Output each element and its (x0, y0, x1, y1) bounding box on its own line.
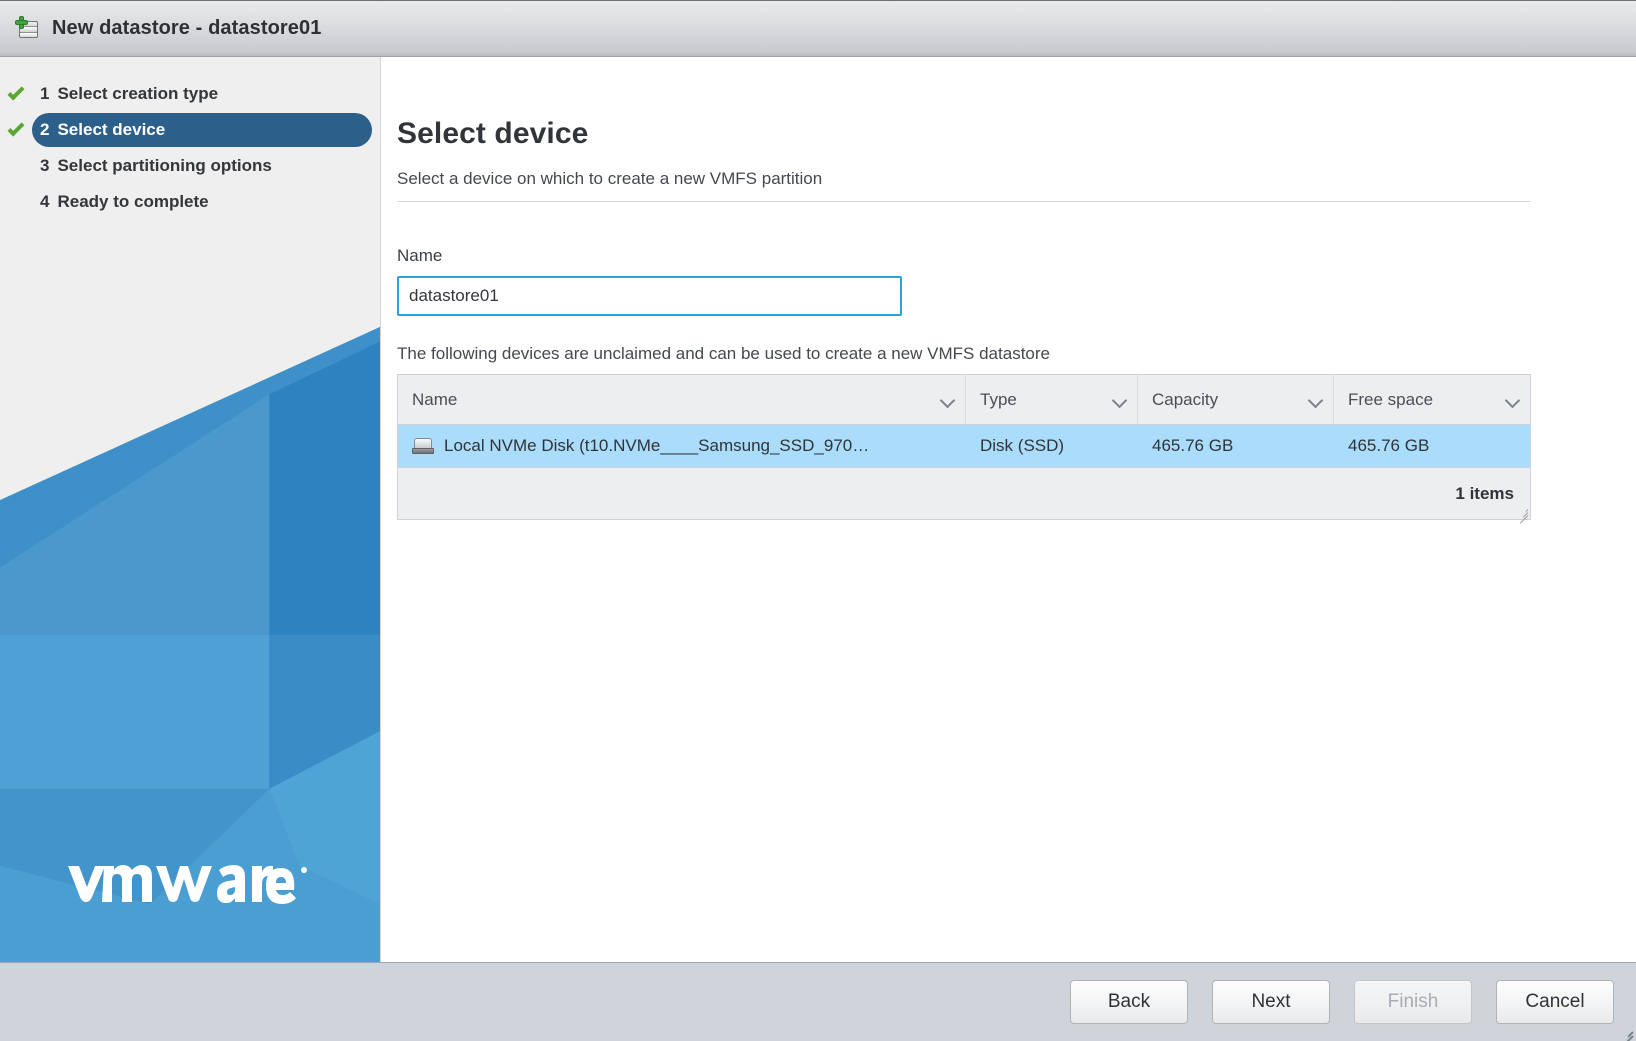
page-subtitle: Select a device on which to create a new… (397, 169, 823, 188)
device-table-caption: The following devices are unclaimed and … (397, 344, 1050, 363)
vmware-wordmark (68, 865, 307, 904)
back-button[interactable]: Back (1070, 980, 1188, 1024)
sidebar-item-select-device[interactable]: 2 Select device (7, 113, 372, 147)
step-number: 1 (40, 84, 50, 103)
step-label: Select creation type (57, 84, 219, 103)
column-header-name[interactable]: Name (398, 375, 966, 424)
new-datastore-icon (16, 16, 40, 41)
sidebar-item-select-creation-type[interactable]: 1 Select creation type (7, 77, 364, 111)
check-icon (7, 119, 25, 137)
name-field-label: Name (397, 246, 443, 265)
column-header-label: Capacity (1152, 389, 1219, 409)
page-title: Select device (397, 117, 589, 150)
wizard-content: Select device Select a device on which t… (381, 57, 1636, 962)
column-header-label: Free space (1348, 389, 1434, 409)
chevron-down-icon[interactable] (941, 393, 955, 407)
cancel-button[interactable]: Cancel (1496, 980, 1614, 1024)
column-header-capacity[interactable]: Capacity (1138, 375, 1334, 424)
chevron-down-icon[interactable] (1506, 393, 1520, 407)
cell-device-type: Disk (SSD) (980, 436, 1065, 455)
wizard-steps: 1 Select creation type 2 Select device 3… (0, 57, 380, 219)
device-table-body: Local NVMe Disk (t10.NVMe____Samsung_SSD… (398, 425, 1530, 467)
chevron-down-icon[interactable] (1113, 393, 1127, 407)
check-icon (7, 83, 25, 101)
table-resize-grip-icon[interactable] (1517, 506, 1529, 524)
step-number: 4 (40, 192, 50, 211)
column-header-label: Name (412, 389, 458, 409)
device-table: Name Type Capacity Free space Local NVMe… (397, 374, 1531, 524)
disk-icon (412, 438, 434, 454)
device-name-text: Local NVMe Disk (t10.NVMe____Samsung_SSD… (444, 436, 870, 455)
column-header-type[interactable]: Type (966, 375, 1138, 424)
column-header-free-space[interactable]: Free space (1334, 375, 1530, 424)
sidebar-item-select-partitioning-options[interactable]: 3 Select partitioning options (8, 149, 364, 183)
next-button[interactable]: Next (1212, 980, 1330, 1024)
cell-device-free-space: 465.76 GB (1348, 436, 1430, 455)
new-datastore-dialog: New datastore - datastore01 1 Select cre… (0, 0, 1636, 1041)
cell-device-name: Local NVMe Disk (t10.NVMe____Samsung_SSD… (398, 425, 966, 467)
step-number: 3 (40, 156, 50, 175)
step-label: Select partitioning options (57, 156, 272, 175)
step-label: Ready to complete (57, 192, 209, 211)
divider (397, 201, 1531, 202)
dialog-footer: Back Next Finish Cancel (0, 962, 1636, 1041)
table-row[interactable]: Local NVMe Disk (t10.NVMe____Samsung_SSD… (398, 425, 1530, 467)
window-titlebar[interactable]: New datastore - datastore01 (0, 0, 1636, 57)
window-title: New datastore - datastore01 (52, 17, 322, 39)
cell-device-capacity: 465.76 GB (1152, 436, 1234, 455)
vmware-logo (64, 854, 314, 904)
device-table-header: Name Type Capacity Free space (398, 375, 1530, 425)
dialog-body: 1 Select creation type 2 Select device 3… (0, 57, 1636, 962)
window-resize-grip-icon[interactable] (1621, 1026, 1634, 1041)
finish-button: Finish (1354, 980, 1472, 1024)
step-number: 2 (40, 120, 50, 139)
datastore-name-input[interactable] (397, 276, 902, 316)
step-label: Select device (57, 120, 166, 139)
device-table-footer: 1 items (398, 467, 1530, 524)
wizard-sidebar: 1 Select creation type 2 Select device 3… (0, 57, 381, 962)
column-header-label: Type (980, 389, 1017, 409)
sidebar-item-ready-to-complete[interactable]: 4 Ready to complete (8, 185, 364, 219)
items-count: 1 items (1455, 483, 1514, 503)
chevron-down-icon[interactable] (1309, 393, 1323, 407)
